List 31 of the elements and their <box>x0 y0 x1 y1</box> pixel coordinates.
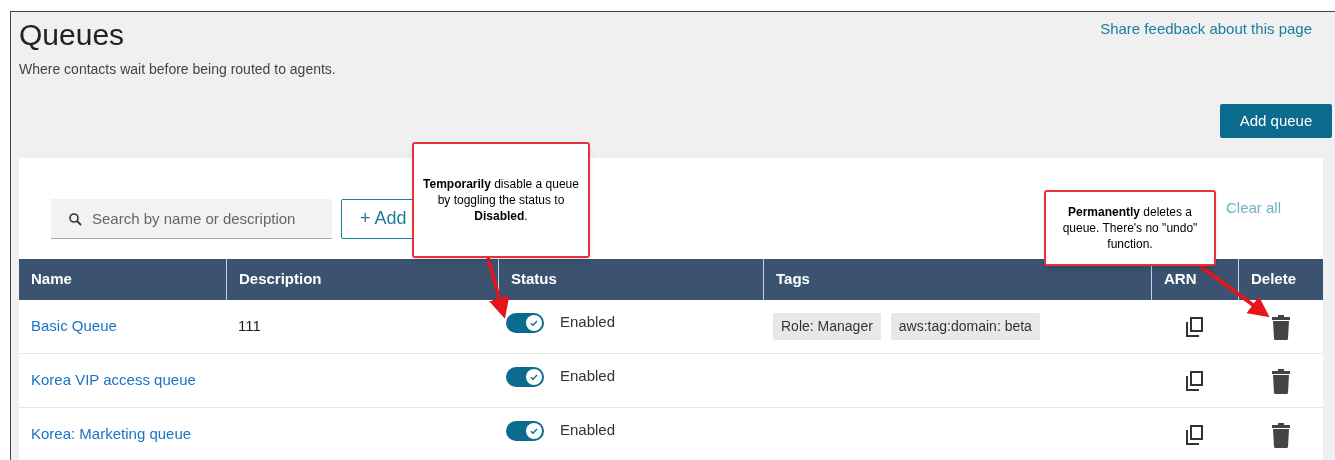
status-label: Enabled <box>560 366 616 387</box>
status-label: Enabled <box>560 420 616 441</box>
tag-chip: Role: Manager <box>773 313 881 340</box>
trash-icon[interactable] <box>1270 367 1291 394</box>
search-field[interactable]: Search by name or description <box>51 198 332 239</box>
status-toggle[interactable] <box>506 366 544 387</box>
trash-icon[interactable] <box>1270 421 1291 448</box>
tag-chip: aws:tag:domain: beta <box>890 313 1040 340</box>
status-label: Enabled <box>560 312 616 333</box>
column-header: Description <box>226 259 498 300</box>
status-toggle[interactable] <box>506 312 544 333</box>
description-cell-text: 111 <box>238 316 261 337</box>
column-header: Status <box>498 259 763 300</box>
feedback-link[interactable]: Share feedback about this page <box>1100 18 1312 80</box>
page-subtitle: Where contacts wait before being routed to agents. <box>19 60 336 79</box>
copy-icon[interactable] <box>1184 423 1205 446</box>
trash-icon[interactable] <box>1270 313 1291 340</box>
copy-icon[interactable] <box>1184 315 1205 338</box>
search-icon <box>69 212 82 226</box>
add-queue-button[interactable]: Add queue <box>1220 104 1332 138</box>
status-toggle[interactable] <box>506 420 544 441</box>
queue-name-link[interactable]: Korea: Marketing queue <box>31 423 192 446</box>
copy-icon[interactable] <box>1184 369 1205 392</box>
queue-name-link[interactable]: Basic Queue <box>31 315 117 338</box>
arrow <box>486 257 510 319</box>
column-header: Name <box>30 269 73 290</box>
queue-name-link[interactable]: Korea VIP access queue <box>31 369 196 392</box>
page-title: Queues <box>19 17 126 53</box>
column-header: Delete <box>1238 259 1323 300</box>
annotation-tooltip: Temporarily disable a queue by toggling the status to Disabled. <box>412 142 590 258</box>
annotation-tooltip: Permanently deletes a queue. There's no "undo" function. <box>1044 190 1216 266</box>
